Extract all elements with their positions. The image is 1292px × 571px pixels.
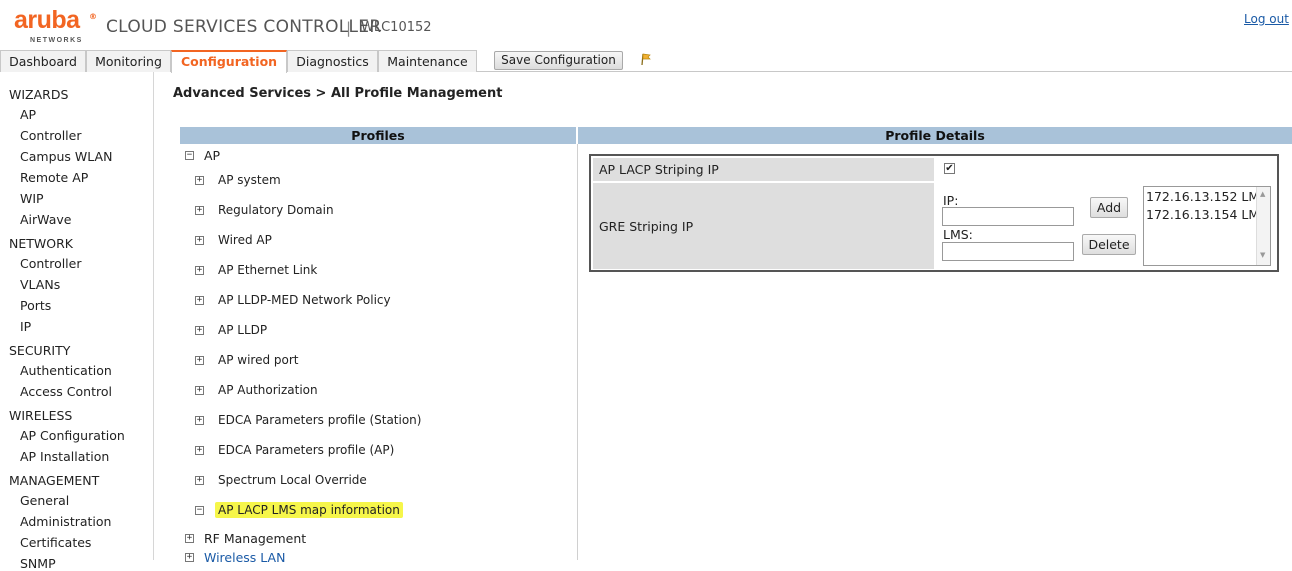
lacp-striping-ip-checkbox[interactable]: ✔ <box>944 163 955 174</box>
collapse-toggle-ap[interactable]: − <box>185 151 194 160</box>
nav-item-wizard-controller[interactable]: Controller <box>20 128 82 143</box>
nav-item-wizard-ap[interactable]: AP <box>20 107 36 122</box>
tab-monitoring[interactable]: Monitoring <box>86 50 171 72</box>
nav-item-wizard-campus-wlan[interactable]: Campus WLAN <box>20 149 112 164</box>
nav-item-vlans[interactable]: VLANs <box>20 277 60 292</box>
tree-node-ap-lacp-lms-map-information[interactable]: AP LACP LMS map information <box>215 502 403 518</box>
tab-configuration[interactable]: Configuration <box>171 50 287 73</box>
tree-node-ap[interactable]: AP <box>204 148 220 163</box>
expand-toggle-ap-ethernet-link[interactable]: + <box>195 266 204 275</box>
panel-divider <box>577 144 578 560</box>
nav-section-security: SECURITY <box>9 343 71 358</box>
expand-toggle-wired-ap[interactable]: + <box>195 236 204 245</box>
tree-node-edca-parameters-station[interactable]: EDCA Parameters profile (Station) <box>218 413 421 427</box>
main-tab-bar: Dashboard Monitoring Configuration Diagn… <box>0 50 1292 73</box>
expand-toggle-ap-lldp[interactable]: + <box>195 326 204 335</box>
nav-item-access-control[interactable]: Access Control <box>20 384 112 399</box>
app-header: aruba ® NETWORKS CLOUD SERVICES CONTROLL… <box>0 0 1292 50</box>
nav-item-authentication[interactable]: Authentication <box>20 363 112 378</box>
nav-item-wizard-remote-ap[interactable]: Remote AP <box>20 170 88 185</box>
nav-item-snmp[interactable]: SNMP <box>20 556 56 571</box>
nav-section-management: MANAGEMENT <box>9 473 100 488</box>
nav-section-wizards: WIZARDS <box>9 87 69 102</box>
tab-maintenance[interactable]: Maintenance <box>378 50 477 72</box>
nav-section-network: NETWORK <box>9 236 73 251</box>
tree-node-ap-system[interactable]: AP system <box>218 173 281 187</box>
logout-link[interactable]: Log out <box>1244 12 1289 26</box>
ip-field-label: IP: <box>943 193 959 208</box>
flag-icon[interactable] <box>640 52 652 70</box>
flag-icon-graphic <box>641 53 651 66</box>
delete-button[interactable]: Delete <box>1082 234 1136 255</box>
profile-details-table: AP LACP Striping IP ✔ GRE Striping IP IP… <box>589 154 1279 272</box>
tree-node-ap-lldp[interactable]: AP LLDP <box>218 323 267 337</box>
lms-input[interactable] <box>942 242 1074 261</box>
add-button[interactable]: Add <box>1090 197 1128 218</box>
expand-toggle-ap-system[interactable]: + <box>195 176 204 185</box>
ip-input[interactable] <box>942 207 1074 226</box>
scroll-down-icon[interactable]: ▼ <box>1260 251 1265 259</box>
nav-item-wizard-airwave[interactable]: AirWave <box>20 212 71 227</box>
breadcrumb: Advanced Services > All Profile Manageme… <box>173 86 503 101</box>
nav-section-wireless: WIRELESS <box>9 408 73 423</box>
lacp-striping-ip-label: AP LACP Striping IP <box>593 158 934 181</box>
registered-mark: ® <box>89 12 97 21</box>
gre-striping-ip-list[interactable]: 172.16.13.152 LMS 172.16.13.154 LMS ▲ ▼ <box>1143 186 1271 266</box>
tree-node-edca-parameters-ap[interactable]: EDCA Parameters profile (AP) <box>218 443 394 457</box>
expand-toggle-spectrum-local-override[interactable]: + <box>195 476 204 485</box>
tree-node-wireless-lan[interactable]: Wireless LAN <box>204 550 285 565</box>
save-configuration-button[interactable]: Save Configuration <box>494 51 623 70</box>
tree-node-regulatory-domain[interactable]: Regulatory Domain <box>218 203 334 217</box>
expand-toggle-ap-lldp-med[interactable]: + <box>195 296 204 305</box>
gre-striping-ip-label: GRE Striping IP <box>593 183 934 269</box>
profile-details-header: Profile Details <box>578 127 1292 144</box>
list-scrollbar[interactable]: ▲ ▼ <box>1256 187 1270 265</box>
logo-wordmark: aruba <box>14 6 80 34</box>
logo-subtext: NETWORKS <box>30 37 83 44</box>
tree-node-ap-wired-port[interactable]: AP wired port <box>218 353 299 367</box>
expand-toggle-edca-ap[interactable]: + <box>195 446 204 455</box>
nav-item-network-controller[interactable]: Controller <box>20 256 82 271</box>
aruba-logo: aruba ® NETWORKS <box>14 6 98 46</box>
tab-dashboard[interactable]: Dashboard <box>0 50 86 72</box>
expand-toggle-ap-authorization[interactable]: + <box>195 386 204 395</box>
nav-item-wizard-wip[interactable]: WIP <box>20 191 44 206</box>
expand-toggle-rf-management[interactable]: + <box>185 534 194 543</box>
tree-node-ap-lldp-med-network-policy[interactable]: AP LLDP-MED Network Policy <box>218 293 391 307</box>
controller-hostname: WLC10152 <box>361 20 432 35</box>
tab-diagnostics[interactable]: Diagnostics <box>287 50 378 72</box>
nav-item-general[interactable]: General <box>20 493 69 508</box>
nav-item-certificates[interactable]: Certificates <box>20 535 91 550</box>
expand-toggle-ap-wired-port[interactable]: + <box>195 356 204 365</box>
tree-node-wired-ap[interactable]: Wired AP <box>218 233 272 247</box>
product-title: CLOUD SERVICES CONTROLLER <box>106 17 382 37</box>
list-item[interactable]: 172.16.13.152 LMS <box>1146 189 1267 204</box>
nav-item-ap-installation[interactable]: AP Installation <box>20 449 109 464</box>
nav-item-ap-configuration[interactable]: AP Configuration <box>20 428 125 443</box>
expand-toggle-wireless-lan[interactable]: + <box>185 553 194 562</box>
title-separator: | <box>346 19 352 37</box>
tree-node-ap-ethernet-link[interactable]: AP Ethernet Link <box>218 263 317 277</box>
scroll-up-icon[interactable]: ▲ <box>1260 190 1265 198</box>
lms-field-label: LMS: <box>943 227 973 242</box>
tree-node-ap-authorization[interactable]: AP Authorization <box>218 383 318 397</box>
collapse-toggle-ap-lacp-lms-map[interactable]: − <box>195 506 204 515</box>
nav-item-ports[interactable]: Ports <box>20 298 51 313</box>
left-navigation: WIZARDS AP Controller Campus WLAN Remote… <box>0 72 154 571</box>
list-item[interactable]: 172.16.13.154 LMS <box>1146 207 1267 222</box>
nav-item-administration[interactable]: Administration <box>20 514 111 529</box>
expand-toggle-edca-station[interactable]: + <box>195 416 204 425</box>
profiles-header: Profiles <box>180 127 576 144</box>
tree-node-rf-management[interactable]: RF Management <box>204 531 306 546</box>
nav-item-ip[interactable]: IP <box>20 319 31 334</box>
expand-toggle-regulatory-domain[interactable]: + <box>195 206 204 215</box>
tree-node-spectrum-local-override[interactable]: Spectrum Local Override <box>218 473 367 487</box>
